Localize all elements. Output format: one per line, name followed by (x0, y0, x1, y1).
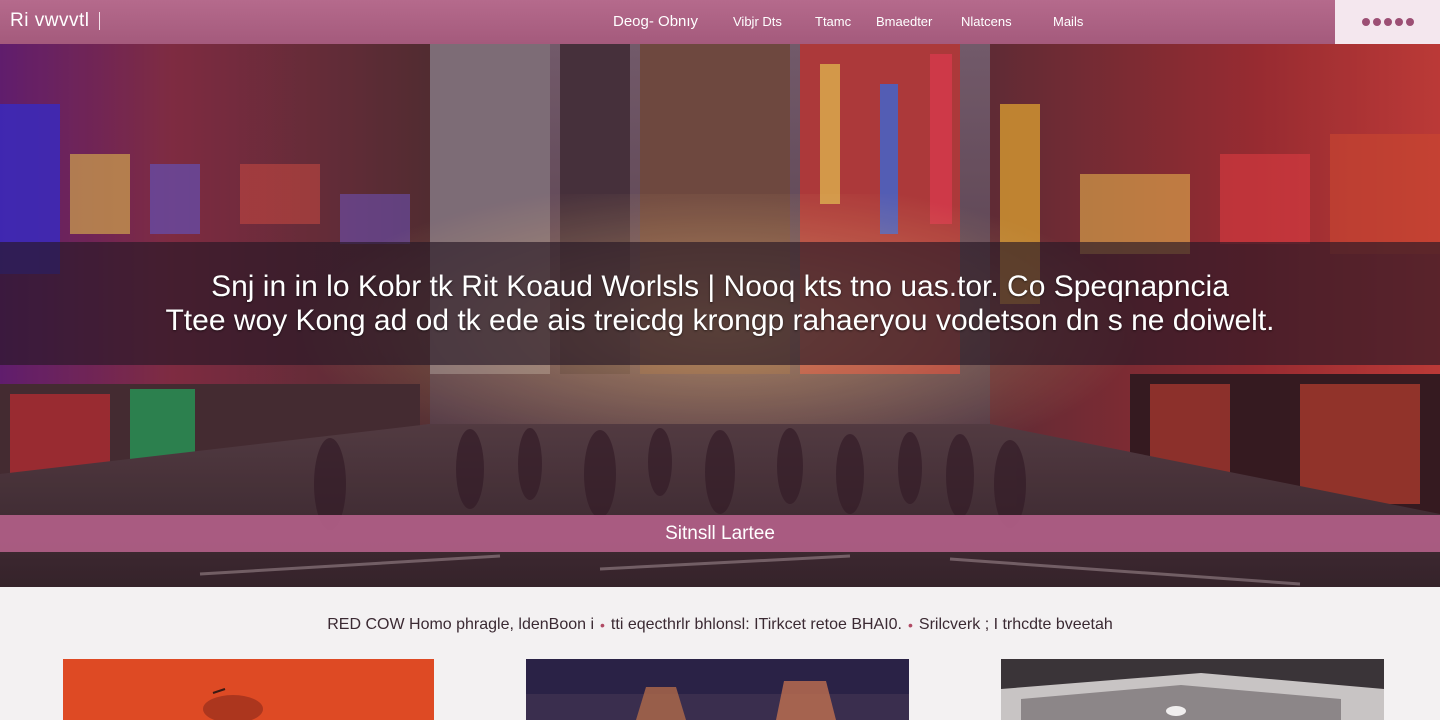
info-segment-3: Srilcverk ; I trhcdte bveetah (918, 616, 1113, 633)
nav-item-6[interactable]: Mails (1053, 12, 1083, 32)
nav-item-3[interactable]: Ttamc (815, 12, 851, 32)
info-line: RED COW Homo phragle, ldenBoon i • tti e… (0, 614, 1440, 636)
hero-cta-button[interactable]: Sitnsll Lartee (0, 515, 1440, 552)
site-brand[interactable]: Ri vwvvtl (10, 9, 101, 33)
bullet-icon: • (908, 617, 913, 633)
bullet-icon: • (600, 617, 605, 633)
card-2[interactable] (526, 659, 909, 720)
nav-item-4[interactable]: Bmaedter (876, 12, 932, 32)
hero-section: Snj in in lo Kobr tk Rit Koaud Worlsls |… (0, 44, 1440, 587)
hero-caption-line-1: Snj in in lo Kobr tk Rit Koaud Worlsls |… (211, 270, 1229, 303)
nav-item-2[interactable]: Vibjr Dts (733, 12, 782, 32)
card-1-image (63, 659, 434, 720)
menu-button[interactable] (1335, 0, 1440, 44)
info-segment-2: tti eqecthrlr bhlonsl: ITirkcet retoe BH… (610, 616, 902, 633)
brand-name: Ri vwvvtl (10, 10, 90, 31)
card-2-image (526, 659, 909, 720)
hero-caption: Snj in in lo Kobr tk Rit Koaud Worlsls |… (150, 270, 1290, 338)
info-segment-1: RED COW Homo phragle, ldenBoon i (327, 616, 595, 633)
nav-item-5[interactable]: Nlatcens (961, 12, 1012, 32)
card-3-image (1001, 659, 1384, 720)
card-3[interactable] (1001, 659, 1384, 720)
more-dots-icon (1361, 18, 1414, 26)
nav-item-1[interactable]: Deog- Obnıy (613, 12, 698, 32)
top-navigation-bar: Ri vwvvtl Deog- Obnıy Vibjr Dts Ttamc Bm… (0, 0, 1440, 44)
brand-divider (99, 12, 101, 30)
card-1[interactable] (63, 659, 434, 720)
hero-caption-line-2: Ttee woy Kong ad od tk ede ais treicdg k… (165, 304, 1275, 337)
